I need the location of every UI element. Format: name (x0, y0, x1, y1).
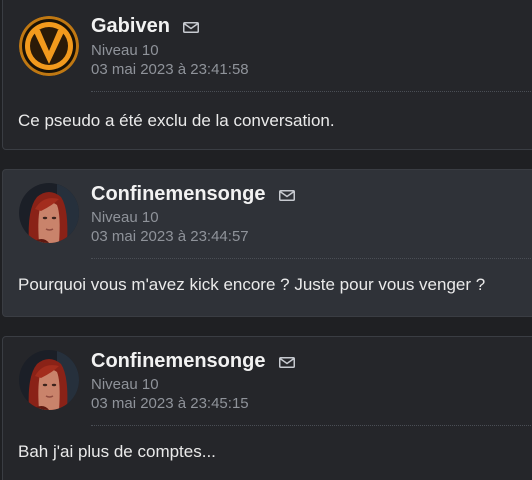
message-text: Ce pseudo a été exclu de la conversation… (18, 111, 335, 130)
post-timestamp[interactable]: 03 mai 2023 à 23:41:58 (91, 60, 249, 79)
username[interactable]: Confinemensonge (91, 350, 265, 373)
username[interactable]: Gabiven (91, 15, 170, 38)
avatar[interactable] (19, 16, 79, 76)
user-level: Niveau 10 (91, 42, 159, 59)
avatar[interactable] (19, 183, 79, 243)
message-text: Pourquoi vous m'avez kick encore ? Juste… (18, 275, 486, 294)
message-text: Bah j'ai plus de comptes... (18, 442, 216, 461)
username[interactable]: Confinemensonge (91, 183, 265, 206)
mail-icon[interactable] (183, 22, 199, 33)
mail-icon[interactable] (279, 190, 295, 201)
message-post: Confinemensonge Niveau 10 03 mai 2023 à … (2, 336, 532, 480)
vault-logo-icon (19, 16, 79, 76)
message-post: Gabiven Niveau 10 03 mai 2023 à 23:41:58… (2, 0, 532, 150)
separator (91, 91, 532, 92)
red-hair-woman-avatar-icon (19, 350, 79, 410)
separator (91, 258, 532, 259)
avatar[interactable] (19, 350, 79, 410)
user-level: Niveau 10 (91, 209, 159, 226)
separator (91, 425, 532, 426)
post-timestamp[interactable]: 03 mai 2023 à 23:44:57 (91, 227, 249, 246)
post-timestamp[interactable]: 03 mai 2023 à 23:45:15 (91, 394, 249, 413)
conversation-thread: Gabiven Niveau 10 03 mai 2023 à 23:41:58… (0, 0, 532, 480)
user-level: Niveau 10 (91, 376, 159, 393)
message-post: Confinemensonge Niveau 10 03 mai 2023 à … (2, 169, 532, 317)
mail-icon[interactable] (279, 357, 295, 368)
red-hair-woman-avatar-icon (19, 183, 79, 243)
